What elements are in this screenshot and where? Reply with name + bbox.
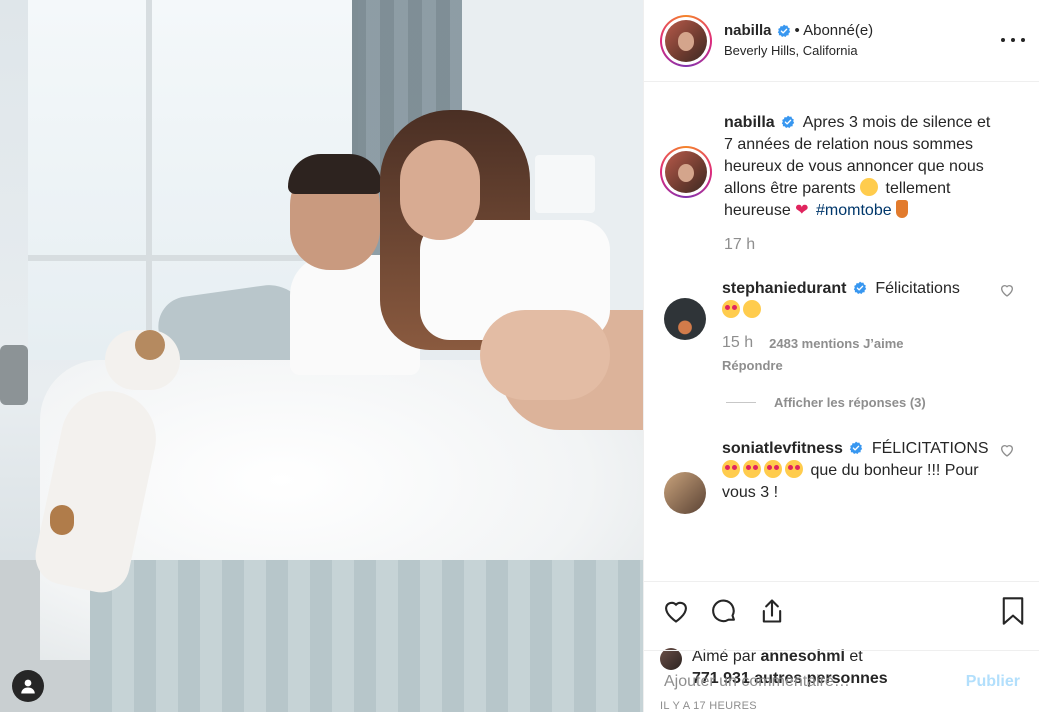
caption-time[interactable]: 17 h (724, 236, 755, 254)
add-comment-input[interactable] (664, 672, 966, 691)
add-comment-bar: Publier (644, 650, 1039, 712)
reply-button[interactable]: Répondre (722, 358, 993, 373)
caption-hashtag[interactable]: #momtobe (816, 202, 892, 219)
caption: nabilla Apres 3 mois de silence et 7 ann… (644, 112, 1039, 254)
view-replies-label: Afficher les réponses (3) (774, 395, 926, 410)
author-username[interactable]: nabilla (724, 22, 772, 41)
smiling-face-emoji-icon (860, 178, 879, 196)
commenter-avatar[interactable] (664, 298, 706, 340)
commenter-username[interactable]: stephaniedurant (722, 280, 846, 297)
share-icon (762, 599, 782, 623)
caption-avatar[interactable] (660, 146, 712, 198)
photo-woman (380, 110, 620, 430)
comment-like-heart-icon[interactable] (999, 282, 1015, 298)
heart-icon (665, 601, 687, 623)
heart-eyes-emoji-icon (722, 460, 740, 478)
verified-badge-icon (777, 24, 790, 37)
publish-button[interactable]: Publier (966, 673, 1020, 691)
comments-list: nabilla Apres 3 mois de silence et 7 ann… (644, 82, 1039, 581)
post-actions (644, 582, 1039, 640)
follow-status[interactable]: • Abonné(e) (795, 22, 874, 41)
comment-button[interactable] (708, 595, 740, 627)
comment-item: soniatlevfitness FÉLICITATIONS que du bo… (644, 438, 1039, 514)
commenter-avatar[interactable] (664, 472, 706, 514)
kissing-face-emoji-icon (743, 300, 761, 318)
instagram-post: nabilla • Abonné(e) Beverly Hills, Calif… (0, 0, 1039, 712)
comment-likes[interactable]: 2483 mentions J’aime (769, 336, 903, 351)
heart-eyes-emoji-icon (764, 460, 782, 478)
post-header: nabilla • Abonné(e) Beverly Hills, Calif… (644, 0, 1039, 82)
comment-bubble-icon (712, 599, 735, 623)
heart-eyes-emoji-icon (743, 460, 761, 478)
comment-text: FÉLICITATIONS (871, 440, 989, 457)
verified-badge-icon (850, 441, 863, 454)
commenter-username[interactable]: soniatlevfitness (722, 440, 843, 457)
view-replies-button[interactable]: Afficher les réponses (3) (644, 395, 1039, 410)
tagged-users-button[interactable] (12, 670, 44, 702)
like-button[interactable] (660, 595, 692, 627)
red-heart-emoji-icon: ❤ (795, 202, 809, 219)
comment-text: Félicitations (875, 280, 960, 297)
post-side-panel: nabilla • Abonné(e) Beverly Hills, Calif… (643, 0, 1039, 712)
photo-dog (10, 330, 180, 620)
comment-item: stephaniedurant Félicitations 15 h 2483 … (644, 278, 1039, 373)
comment-like-heart-icon[interactable] (999, 442, 1015, 458)
author-avatar[interactable] (660, 14, 712, 67)
heart-eyes-emoji-icon (722, 300, 740, 318)
pregnant-woman-emoji-icon (896, 200, 909, 218)
post-location[interactable]: Beverly Hills, California (724, 43, 873, 59)
bookmark-icon[interactable] (999, 596, 1027, 626)
more-options-icon[interactable] (1001, 30, 1025, 50)
post-photo[interactable] (0, 0, 643, 712)
comment-time[interactable]: 15 h (722, 334, 753, 352)
verified-badge-icon (781, 115, 795, 128)
view-replies-line (726, 402, 756, 403)
verified-badge-icon (853, 281, 867, 294)
heart-eyes-emoji-icon (785, 460, 803, 478)
caption-username[interactable]: nabilla (724, 114, 775, 131)
user-icon (21, 679, 35, 694)
share-button[interactable] (756, 595, 788, 627)
